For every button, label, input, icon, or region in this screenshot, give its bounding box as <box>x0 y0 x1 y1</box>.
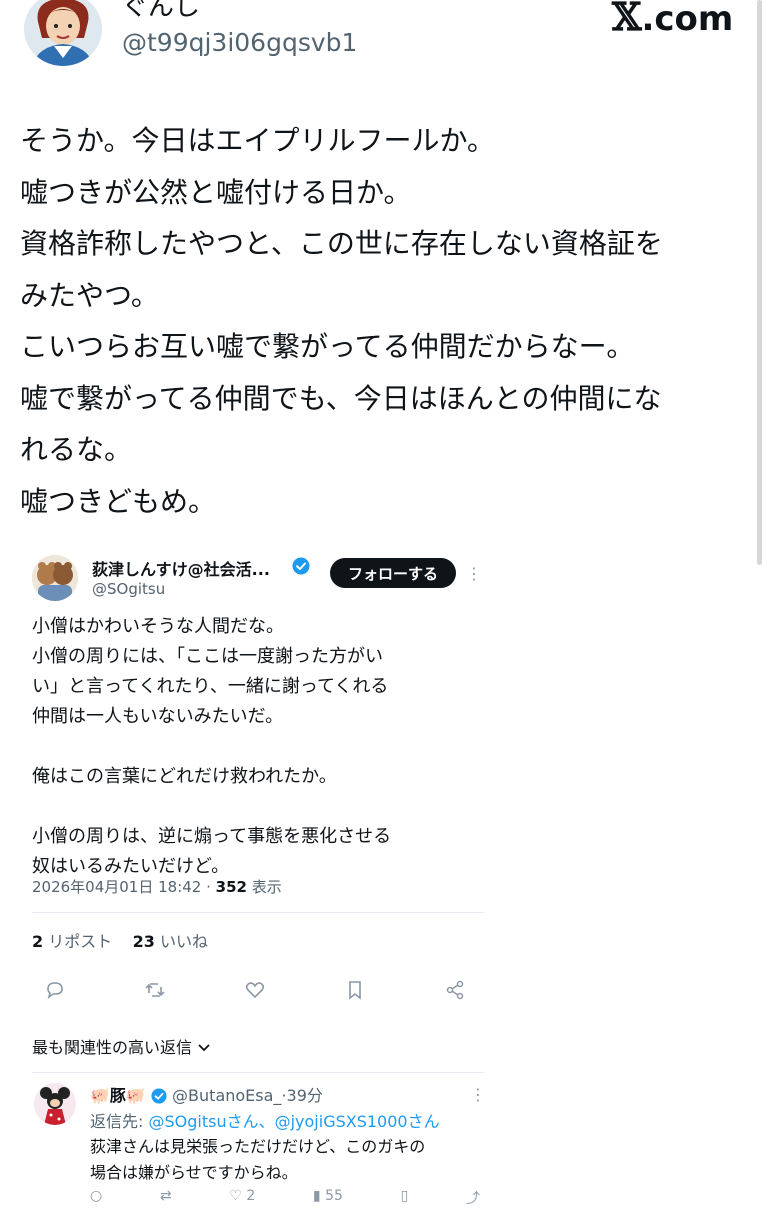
like-icon[interactable]: ♡ 2 <box>229 1188 255 1208</box>
reply-sort-dropdown[interactable]: 最も関連性の高い返信 <box>32 1034 211 1058</box>
embedded-tweet-text: 小僧はかわいそうな人間だな。 小僧の周りには、「ここは一度謝った方がい い」と言… <box>32 612 482 882</box>
divider <box>32 1072 484 1073</box>
tweet-meta: 2026年04月01日 18:42 · 352 表示 <box>32 878 282 896</box>
reply-handle[interactable]: @ButanoEsa_ <box>172 1086 281 1105</box>
action-bar <box>40 975 470 1005</box>
tweet-line: れるな。 <box>20 433 133 466</box>
embedded-line: 小僧の周りは、逆に煽って事態を悪化させる <box>32 826 392 847</box>
reply-to: 返信先: @SOgitsuさん、@jyojiGSXS1000さん <box>90 1108 440 1132</box>
embedded-line <box>32 732 482 762</box>
reply-header: 🐖豚🐖 @ButanoEsa_·39分 <box>90 1082 323 1108</box>
views-count: 352 <box>215 878 247 896</box>
tweet-line: 嘘つきどもめ。 <box>20 484 217 518</box>
engagement-stats: 2 リポスト 23 いいね <box>32 928 208 952</box>
repost-icon[interactable]: ⇄ <box>160 1188 172 1208</box>
bookmark-icon[interactable]: ▯ <box>401 1188 409 1208</box>
tweet-line: 嘘で繋がってる仲間でも、今日はほんとの仲間にな <box>20 381 662 415</box>
repost-icon[interactable] <box>140 975 170 1005</box>
reply-icon[interactable]: ○ <box>90 1188 102 1208</box>
more-options-icon[interactable]: ⋮ <box>470 1085 486 1104</box>
embedded-line: 小僧の周りには、「ここは一度謝った方がい <box>32 646 383 667</box>
reply-text: 荻津さんは見栄張っただけだけど、このガキの 場合は嫌がらせですからね。 <box>90 1134 490 1186</box>
share-icon[interactable] <box>440 975 470 1005</box>
embedded-line: 小僧はかわいそうな人間だな。 <box>32 616 284 637</box>
reposts-count[interactable]: 2 <box>32 932 43 951</box>
embedded-line: い」と言ってくれたり、一緒に謝ってくれる <box>32 676 389 697</box>
tweet-line: そうか。今日はエイプリルフールか。 <box>20 124 495 157</box>
site-logo: 𝕏.com <box>612 0 733 39</box>
reply-time[interactable]: 39分 <box>287 1086 323 1105</box>
embedded-avatar[interactable] <box>32 555 78 601</box>
more-options-icon[interactable]: ⋮ <box>466 564 482 583</box>
tweet-text: そうか。今日はエイプリルフールか。 嘘つきが公然と嘘付ける日か。 資格詐称したや… <box>20 115 750 527</box>
avatar[interactable] <box>24 0 102 66</box>
tweet-line: 嘘つきが公然と嘘付ける日か。 <box>20 175 412 209</box>
view-count: 55 <box>325 1188 343 1204</box>
reposts-label[interactable]: リポスト <box>48 932 112 951</box>
divider <box>32 912 484 913</box>
embedded-line: 俺はこの言葉にどれだけ救われたか。 <box>32 766 337 787</box>
reply-to-users[interactable]: @SOgitsuさん、@jyojiGSXS1000さん <box>149 1112 440 1131</box>
embedded-line <box>32 792 482 822</box>
x-logo-icon: 𝕏 <box>612 0 642 39</box>
display-name[interactable]: ぐんし <box>122 0 200 23</box>
timestamp[interactable]: 2026年04月01日 18:42 <box>32 878 201 896</box>
reply-display-name[interactable]: 🐖豚🐖 <box>90 1086 146 1105</box>
reply-action-bar: ○ ⇄ ♡ 2 ▮ 55 ▯ ⤴ <box>90 1188 480 1208</box>
share-icon[interactable]: ⤴ <box>466 1188 480 1208</box>
views-icon[interactable]: ▮ 55 <box>313 1188 343 1208</box>
embedded-line: 仲間は一人もいないみたいだ。 <box>32 706 284 727</box>
reply-line: 荻津さんは見栄張っただけだけど、このガキの <box>90 1137 426 1156</box>
reply-icon[interactable] <box>40 975 70 1005</box>
embedded-display-name[interactable]: 荻津しんすけ@社会活... <box>92 556 270 580</box>
embedded-handle[interactable]: @SOgitsu <box>92 580 165 598</box>
likes-count[interactable]: 23 <box>133 932 155 951</box>
reply-line: 場合は嫌がらせですからね。 <box>90 1163 298 1182</box>
likes-label[interactable]: いいね <box>160 932 208 951</box>
user-handle[interactable]: @t99qj3i06gqsvb1 <box>122 28 357 57</box>
follow-button[interactable]: フォローする <box>330 558 456 588</box>
chevron-down-icon <box>197 1038 211 1057</box>
verified-badge-icon <box>292 557 310 575</box>
reply-to-prefix: 返信先: <box>90 1112 144 1131</box>
like-count: 2 <box>246 1188 256 1204</box>
scrollbar[interactable] <box>757 0 762 565</box>
reply-sort-label: 最も関連性の高い返信 <box>32 1038 193 1057</box>
like-icon[interactable] <box>240 975 270 1005</box>
reply-avatar[interactable] <box>34 1083 76 1125</box>
bookmark-icon[interactable] <box>340 975 370 1005</box>
tweet-line: こいつらお互い嘘で繋がってる仲間だからなー。 <box>20 330 635 363</box>
verified-badge-icon <box>151 1088 167 1108</box>
tweet-line: 資格詐称したやつと、この世に存在しない資格証を <box>20 227 663 260</box>
tweet-line: みたやつ。 <box>20 278 159 312</box>
views-label: 表示 <box>251 878 282 896</box>
